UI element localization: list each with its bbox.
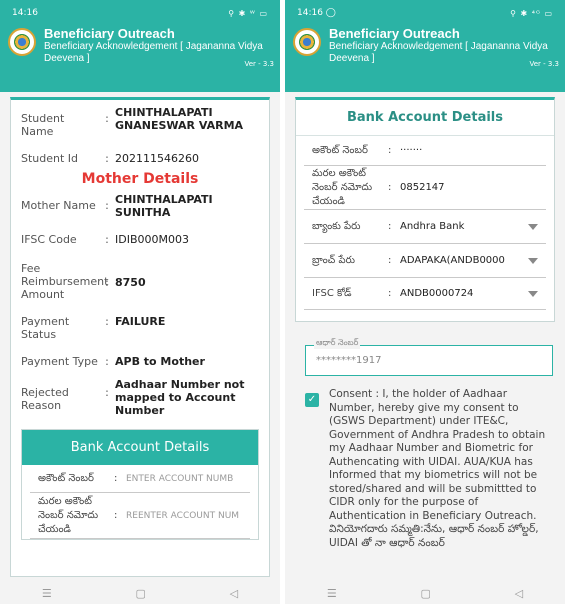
app-subtitle: Beneficiary Acknowledgement [ Jagananna …	[329, 41, 548, 64]
chevron-down-icon[interactable]	[528, 223, 538, 230]
account-number-label: అకౌంట్ నెంబర్	[38, 472, 94, 484]
detail-row: IFSC Code : IDIB000M003	[11, 233, 269, 246]
detail-label: Payment Status	[21, 315, 70, 341]
bank-account-heading: Bank Account Details	[296, 100, 554, 136]
version-label: Ver - 3.3	[529, 60, 559, 68]
detail-value: 8750	[115, 276, 146, 289]
detail-row: Student Name : CHINTHALAPATI GNANESWAR V…	[11, 106, 269, 138]
detail-label: Rejected Reason	[21, 386, 69, 412]
status-bar: 14:16 ◯ ⚲ ✱ ⁴ᴳ ▭	[285, 4, 565, 22]
aadhaar-number-field[interactable]: ఆధార్ నెంబర్ ********1917	[305, 338, 553, 376]
detail-value: APB to Mother	[115, 355, 205, 368]
app-title: Beneficiary Outreach	[329, 26, 460, 41]
status-icons: ⚲ ✱ ⁴ᴳ ▭	[510, 8, 553, 18]
menu-icon[interactable]: ☰	[42, 587, 52, 600]
status-time: 14:16	[12, 8, 38, 18]
ap-emblem-icon	[8, 28, 36, 56]
app-header: 14:16 ◯ ⚲ ✱ ⁴ᴳ ▭ Beneficiary Outreach Be…	[285, 0, 565, 92]
detail-row: Payment Status : FAILURE	[11, 315, 269, 341]
ap-emblem-icon	[293, 28, 321, 56]
reenter-account-label: మరల అకౌంట్ నెంబర్ నమోదు చేయండి	[38, 495, 99, 535]
home-icon[interactable]: ▢	[136, 587, 146, 600]
consent-section: ✓ Consent : I, the holder of Aadhaar Num…	[305, 388, 555, 550]
reenter-account-label: మరల అకౌంట్ నెంబర్ నమోదు చేయండి	[312, 167, 373, 207]
chevron-down-icon[interactable]	[528, 290, 538, 297]
detail-value: FAILURE	[115, 315, 166, 328]
detail-value: IDIB000M003	[115, 233, 189, 246]
account-number-input[interactable]: ENTER ACCOUNT NUMB	[126, 474, 242, 484]
detail-value: 202111546260	[115, 152, 199, 165]
detail-row: Mother Name : CHINTHALAPATI SUNITHA	[11, 193, 269, 219]
reenter-account-row: మరల అకౌంట్ నెంబర్ నమోదు చేయండి : 0852147	[304, 166, 546, 210]
branch-name-select[interactable]: ADAPAKA(ANDB0000	[400, 255, 524, 266]
detail-value: CHINTHALAPATI GNANESWAR VARMA	[115, 106, 244, 132]
account-number-label: అకౌంట్ నెంబర్	[312, 144, 368, 156]
mother-details-heading: Mother Details	[81, 171, 199, 187]
ifsc-row: IFSC కోడ్ : ANDB0000724	[304, 278, 546, 310]
bank-account-heading: Bank Account Details	[22, 430, 258, 465]
bank-name-select[interactable]: Andhra Bank	[400, 221, 524, 232]
beneficiary-details-card: Student Name : CHINTHALAPATI GNANESWAR V…	[10, 97, 270, 577]
android-nav-bar: ☰ ▢ ◁	[0, 582, 280, 604]
branch-name-row: బ్రాంచ్ పేరు : ADAPAKA(ANDB0000	[304, 244, 546, 278]
detail-label: Fee Reimbursement Amount	[21, 262, 109, 301]
bank-account-card: Bank Account Details అకౌంట్ నెంబర్ : ···…	[295, 97, 555, 322]
account-number-row: అకౌంట్ నెంబర్ : ·······	[304, 136, 546, 166]
detail-label: Payment Type	[21, 355, 98, 368]
status-icons: ⚲ ✱ ᵂ ▭	[228, 8, 268, 18]
bank-name-row: బ్యాంకు పేరు : Andhra Bank	[304, 210, 546, 244]
status-bar: 14:16 ⚲ ✱ ᵂ ▭	[0, 4, 280, 22]
menu-icon[interactable]: ☰	[327, 587, 337, 600]
reenter-account-row: మరల అకౌంట్ నెంబర్ నమోదు చేయండి : REENTER…	[30, 493, 250, 539]
detail-row: Payment Type : APB to Mother	[11, 355, 269, 368]
ifsc-label: IFSC కోడ్	[312, 287, 352, 299]
consent-text: Consent : I, the holder of Aadhaar Numbe…	[329, 388, 546, 549]
aadhaar-number-label: ఆధార్ నెంబర్	[314, 338, 361, 349]
aadhaar-number-value: ********1917	[316, 355, 382, 366]
home-icon[interactable]: ▢	[421, 587, 431, 600]
right-phone-screen: 14:16 ◯ ⚲ ✱ ⁴ᴳ ▭ Beneficiary Outreach Be…	[285, 0, 565, 604]
app-title: Beneficiary Outreach	[44, 26, 175, 41]
app-header: 14:16 ⚲ ✱ ᵂ ▭ Beneficiary Outreach Benef…	[0, 0, 280, 92]
back-icon[interactable]: ◁	[515, 587, 523, 600]
version-label: Ver - 3.3	[244, 60, 274, 68]
detail-label: Mother Name	[21, 199, 96, 212]
detail-row: Student Id : 202111546260	[11, 152, 269, 165]
app-subtitle: Beneficiary Acknowledgement [ Jagananna …	[44, 41, 263, 64]
left-phone-screen: 14:16 ⚲ ✱ ᵂ ▭ Beneficiary Outreach Benef…	[0, 0, 280, 604]
reenter-account-input[interactable]: 0852147	[400, 182, 538, 193]
back-icon[interactable]: ◁	[230, 587, 238, 600]
account-number-row: అకౌంట్ నెంబర్ : ENTER ACCOUNT NUMB	[30, 465, 250, 493]
android-nav-bar: ☰ ▢ ◁	[285, 582, 565, 604]
reenter-account-input[interactable]: REENTER ACCOUNT NUM	[126, 511, 242, 521]
detail-label: Student Name	[21, 112, 65, 138]
consent-checkbox[interactable]: ✓	[305, 393, 319, 407]
detail-value: CHINTHALAPATI SUNITHA	[115, 193, 213, 219]
detail-row: Fee Reimbursement Amount : 8750	[11, 262, 269, 301]
bank-account-section: Bank Account Details అకౌంట్ నెంబర్ : ENT…	[21, 429, 259, 540]
detail-row: Rejected Reason : Aadhaar Number not map…	[11, 378, 269, 417]
branch-name-label: బ్రాంచ్ పేరు	[312, 254, 355, 266]
account-number-input[interactable]: ·······	[400, 145, 538, 156]
detail-value: Aadhaar Number not mapped to Account Num…	[115, 378, 245, 417]
detail-label: Student Id	[21, 152, 79, 165]
ifsc-select[interactable]: ANDB0000724	[400, 288, 524, 299]
status-time: 14:16 ◯	[297, 8, 336, 18]
bank-name-label: బ్యాంకు పేరు	[312, 220, 361, 232]
chevron-down-icon[interactable]	[528, 257, 538, 264]
detail-label: IFSC Code	[21, 233, 77, 246]
